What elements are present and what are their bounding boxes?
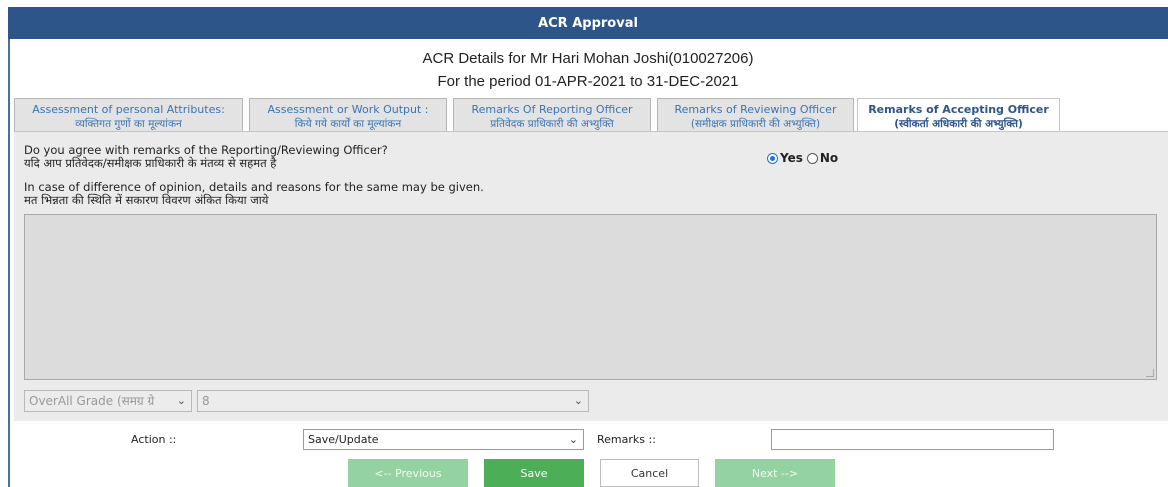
yes-label: Yes [780,151,803,165]
tab-label-hindi: (स्वीकर्ता अधिकारी की अभ्युक्ति) [894,118,1023,130]
action-label: Action :: [131,433,177,446]
difference-question-hi: मत भिन्नता की स्थिति में सकारण विवरण अंक… [24,193,269,207]
chevron-down-icon: ⌄ [568,433,578,446]
tab-work-output[interactable]: Assessment or Work Output : किये गये कार… [249,98,447,132]
remarks-input[interactable] [771,429,1054,450]
chevron-down-icon: ⌄ [176,394,186,407]
agree-question-hi: यदि आप प्रतिवेदक/समीक्षक प्राधिकारी के म… [24,156,277,170]
accepting-officer-panel: Do you agree with remarks of the Reporti… [14,131,1168,421]
chevron-down-icon: ⌄ [573,394,583,407]
next-button[interactable]: Next --> [715,459,835,487]
overall-grade-value: 8 [202,394,210,408]
no-radio[interactable] [806,152,818,164]
remarks-label: Remarks :: [597,433,656,446]
tab-label: Assessment of personal Attributes: [32,103,225,116]
acr-details-heading: ACR Details for Mr Hari Mohan Joshi(0100… [422,50,754,67]
tab-reporting-officer[interactable]: Remarks Of Reporting Officer प्रतिवेदक प… [453,98,651,132]
save-button[interactable]: Save [484,459,584,487]
agree-question: Do you agree with remarks of the Reporti… [24,144,388,170]
overall-grade-select[interactable]: 8 ⌄ [197,390,589,412]
agree-radio-group: Yes No [767,151,838,165]
tab-label-hindi: (समीक्षक प्राधिकारी की अभ्युक्ति) [690,118,821,130]
overall-grade-label: OverAll Grade (समग्र ग्रे [29,394,155,408]
tab-label: Assessment or Work Output : [267,103,429,116]
no-label: No [819,151,839,165]
tab-label-hindi: किये गये कार्यों का मूल्यांकन [294,118,402,130]
difference-question: In case of difference of opinion, detail… [24,181,484,207]
resize-grip-icon[interactable] [1146,369,1154,377]
tab-label: Remarks Of Reporting Officer [471,103,633,116]
period-heading: For the period 01-APR-2021 to 31-DEC-202… [437,73,739,90]
tab-label: Remarks of Reviewing Officer [674,103,837,116]
overall-grade-label-select[interactable]: OverAll Grade (समग्र ग्रे ⌄ [24,390,192,412]
yes-radio[interactable] [767,152,778,164]
previous-button[interactable]: <-- Previous [348,459,468,487]
action-value: Save/Update [308,433,379,446]
tab-label-hindi: प्रतिवेदक प्राधिकारी की अभ्युक्ति [490,118,614,130]
tab-label: Remarks of Accepting Officer [868,103,1049,116]
window-title: ACR Approval [8,7,1168,39]
tab-accepting-officer[interactable]: Remarks of Accepting Officer (स्वीकर्ता … [857,98,1060,134]
tab-label-hindi: व्यक्तिगत गुणों का मूल्यांकन [75,118,182,130]
tab-personal-attributes[interactable]: Assessment of personal Attributes: व्यक्… [14,98,243,132]
cancel-button[interactable]: Cancel [600,459,699,487]
tab-reviewing-officer[interactable]: Remarks of Reviewing Officer (समीक्षक प्… [657,98,854,132]
difference-reasons-textarea[interactable] [24,214,1157,380]
action-select[interactable]: Save/Update ⌄ [303,429,584,450]
